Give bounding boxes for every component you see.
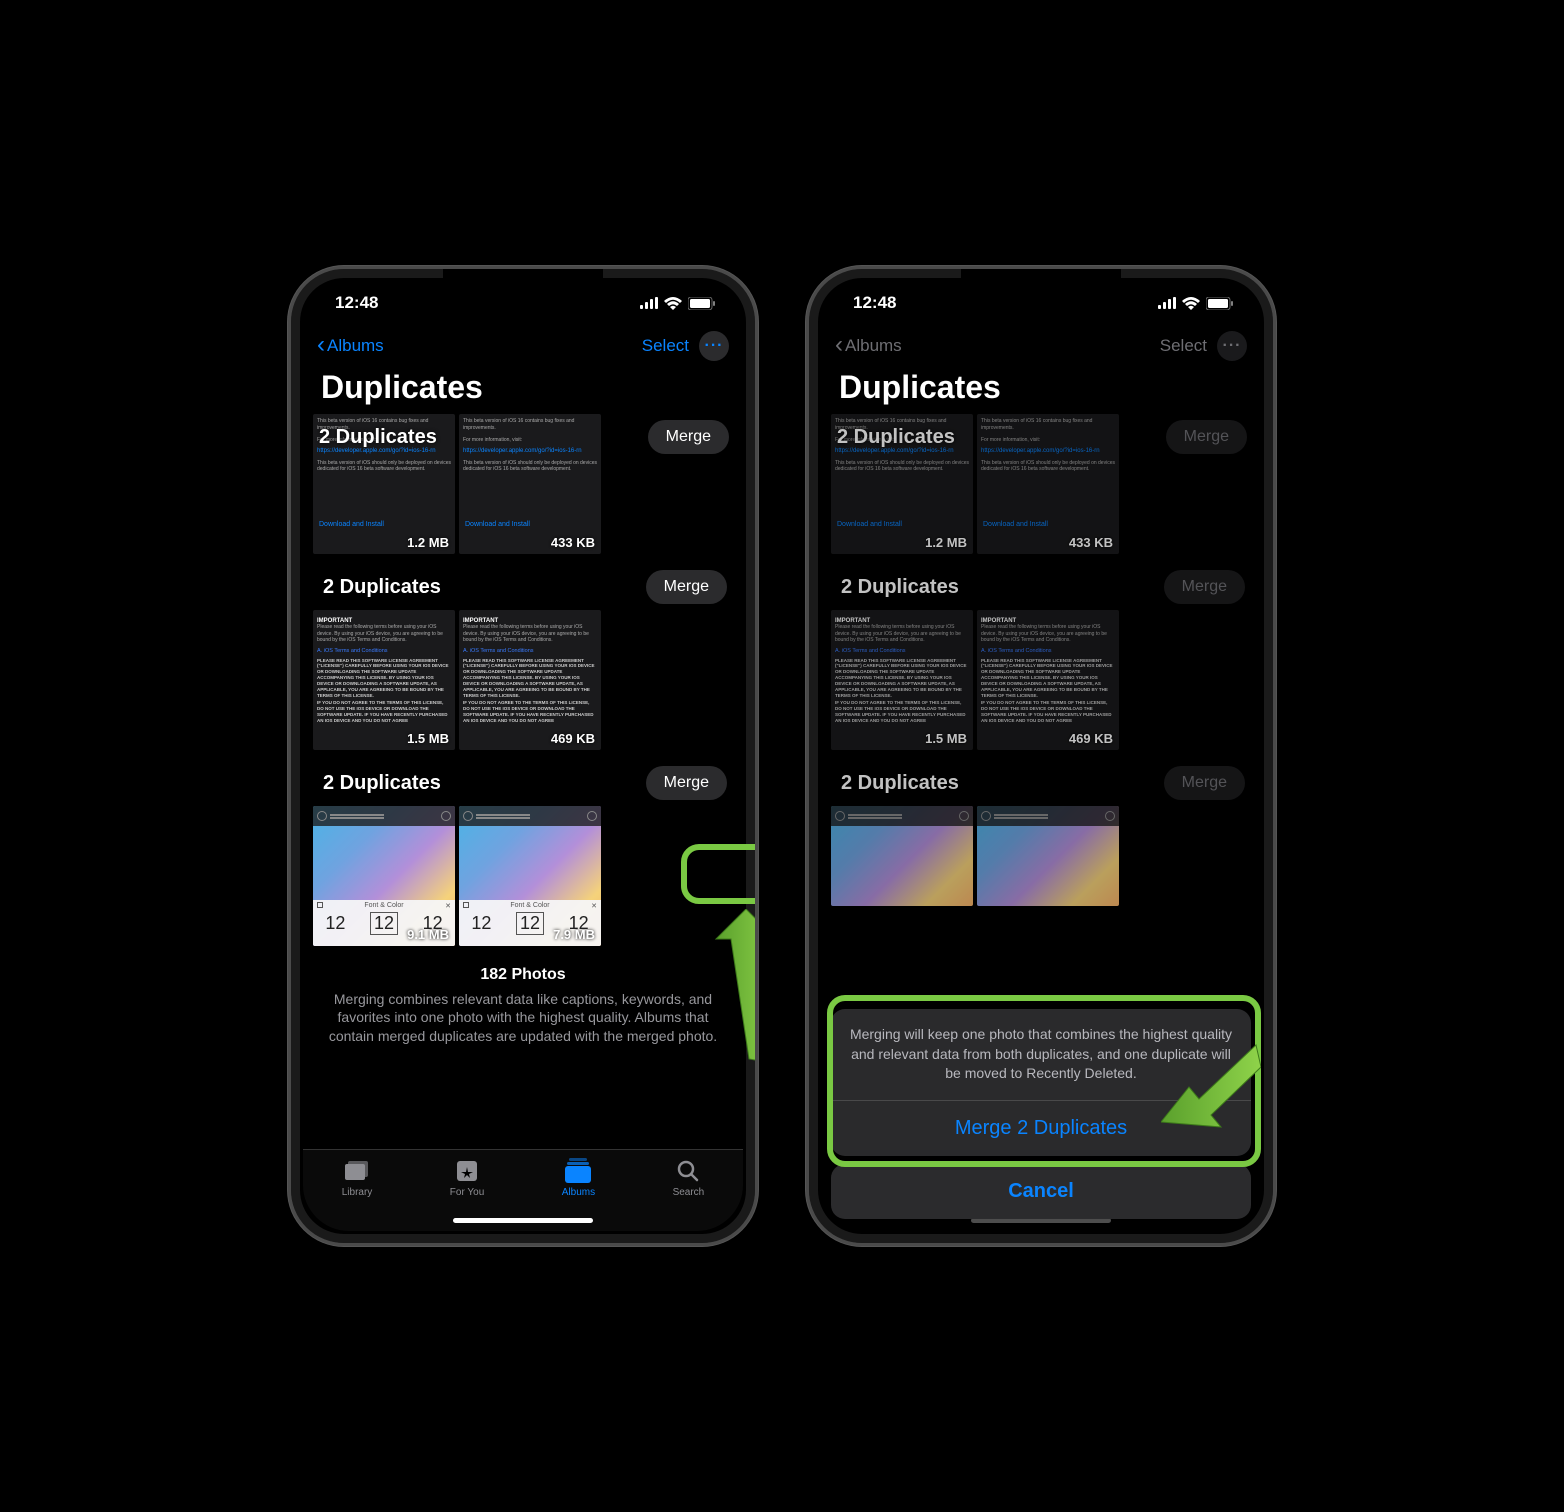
ellipsis-icon: ··· [1223, 337, 1242, 355]
back-button: ‹ Albums [835, 333, 902, 360]
thumbnail[interactable]: IMPORTANT Please read the following term… [459, 610, 601, 750]
tab-search[interactable]: Search [673, 1158, 705, 1198]
library-icon [343, 1158, 371, 1184]
action-sheet: Merging will keep one photo that combine… [831, 1009, 1251, 1219]
thumb-row: 2 Duplicates Merge This beta version of … [313, 414, 733, 554]
size-badge: 469 KB [551, 731, 595, 746]
phone-left: 12:48 ‹ Albums Select ··· Duplicates [288, 266, 758, 1246]
duplicate-group: 2 Duplicates Merge Font & Color ✕ 12 12 … [313, 760, 733, 946]
duplicate-group: 2 Duplicates Merge This beta version of … [313, 414, 733, 554]
wifi-icon [1182, 297, 1200, 310]
nav-bar: ‹ Albums Select ··· [303, 325, 743, 365]
size-badge: 1.5 MB [407, 731, 449, 746]
albums-icon [564, 1158, 592, 1184]
size-badge: 7.9 MB [553, 927, 595, 942]
size-badge: 433 KB [551, 535, 595, 550]
group-label: 2 Duplicates [319, 426, 437, 449]
content-area: 2 Duplicates Merge This beta version of … [821, 414, 1261, 1231]
tab-albums[interactable]: Albums [562, 1158, 595, 1198]
size-badge: 9.1 MB [407, 927, 449, 942]
sheet-body: Merging will keep one photo that combine… [831, 1009, 1251, 1156]
back-label: Albums [845, 336, 902, 356]
thumb-row: Font & Color ✕ 12 12 12 9.1 MB Font & Co… [313, 806, 733, 946]
tab-foryou[interactable]: For You [450, 1158, 484, 1198]
photo-count: 182 Photos [325, 964, 721, 986]
thumb-row: IMPORTANT Please read the following term… [313, 610, 733, 750]
notch [443, 269, 603, 299]
size-badge: 1.2 MB [407, 535, 449, 550]
back-label: Albums [327, 336, 384, 356]
search-icon [676, 1158, 700, 1184]
chevron-left-icon: ‹ [835, 333, 843, 360]
chevron-left-icon: ‹ [317, 333, 325, 360]
group-header: 2 Duplicates Merge [313, 760, 733, 806]
merge-button[interactable]: Merge [646, 766, 727, 800]
screen-left: 12:48 ‹ Albums Select ··· Duplicates [303, 281, 743, 1231]
foryou-icon [455, 1158, 479, 1184]
ellipsis-icon: ··· [705, 337, 724, 355]
cancel-button[interactable]: Cancel [831, 1164, 1251, 1219]
merge-button[interactable]: Merge [648, 420, 729, 454]
footer-description: Merging combines relevant data like capt… [329, 991, 717, 1045]
screen-right: 12:48 ‹ Albums Select ··· Duplicates 2 D… [821, 281, 1261, 1231]
thumbnail[interactable]: Font & Color ✕ 12 12 12 7.9 MB [459, 806, 601, 946]
wifi-icon [664, 297, 682, 310]
phone-right: 12:48 ‹ Albums Select ··· Duplicates 2 D… [806, 266, 1276, 1246]
status-time: 12:48 [853, 293, 896, 313]
more-button: ··· [1217, 331, 1247, 361]
content-area: 2 Duplicates Merge This beta version of … [303, 414, 743, 1149]
status-icons [640, 297, 715, 310]
tab-library[interactable]: Library [342, 1158, 373, 1198]
page-title: Duplicates [303, 365, 743, 414]
cellular-icon [1158, 297, 1176, 309]
status-icons [1158, 297, 1233, 310]
thumbnail[interactable]: Font & Color ✕ 12 12 12 9.1 MB [313, 806, 455, 946]
more-button[interactable]: ··· [699, 331, 729, 361]
select-button: Select [1160, 336, 1207, 356]
group-label: 2 Duplicates [323, 576, 441, 599]
nav-bar: ‹ Albums Select ··· [821, 325, 1261, 365]
home-indicator[interactable] [453, 1218, 593, 1223]
select-button[interactable]: Select [642, 336, 689, 356]
notch [961, 269, 1121, 299]
back-button[interactable]: ‹ Albums [317, 333, 384, 360]
group-label: 2 Duplicates [323, 772, 441, 795]
status-time: 12:48 [335, 293, 378, 313]
thumbnail[interactable]: This beta version of iOS 16 contains bug… [459, 414, 601, 554]
sheet-message: Merging will keep one photo that combine… [831, 1009, 1251, 1101]
footer-info: 182 Photos Merging combines relevant dat… [313, 956, 733, 1058]
thumbnail[interactable]: IMPORTANT Please read the following term… [313, 610, 455, 750]
page-title: Duplicates [821, 365, 1261, 414]
cellular-icon [640, 297, 658, 309]
merge-button[interactable]: Merge [646, 570, 727, 604]
group-header: 2 Duplicates Merge [313, 564, 733, 610]
battery-icon [688, 297, 715, 310]
duplicate-group: 2 Duplicates Merge IMPORTANT Please read… [313, 564, 733, 750]
merge-duplicates-button[interactable]: Merge 2 Duplicates [831, 1101, 1251, 1156]
battery-icon [1206, 297, 1233, 310]
